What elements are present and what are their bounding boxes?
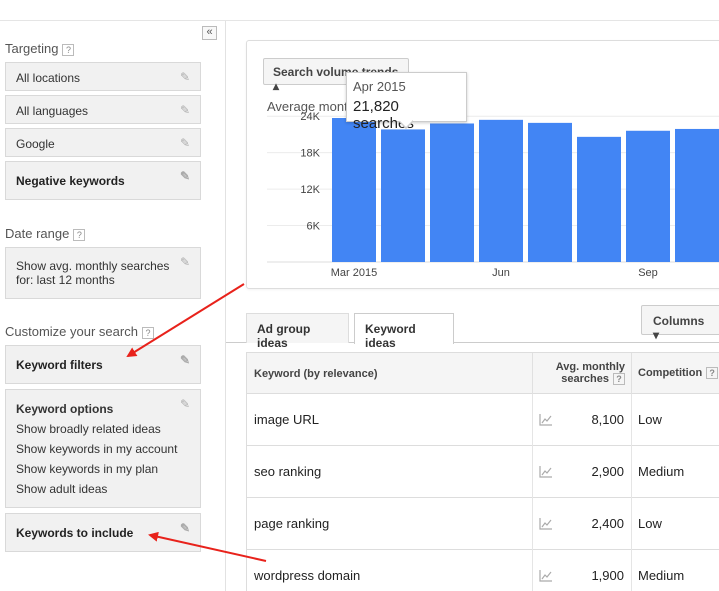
help-icon[interactable]: ?	[73, 228, 86, 241]
table-row[interactable]: seo ranking 2,900 Medium	[246, 446, 719, 498]
keyword-cell: wordpress domain	[254, 568, 361, 583]
location-targeting-box[interactable]: All locations ✎	[5, 62, 201, 91]
header-competition-text: Competition	[638, 367, 703, 379]
table-row[interactable]: page ranking 2,400 Low	[246, 498, 719, 550]
columns-button[interactable]: Columns ▾	[641, 305, 719, 342]
network-targeting-box[interactable]: Google ✎	[5, 128, 201, 157]
pencil-icon[interactable]: ✎	[180, 522, 192, 534]
pencil-icon[interactable]: ✎	[180, 170, 192, 182]
column-separator	[532, 550, 533, 591]
date-range-label: Date range?	[5, 226, 86, 241]
competition-cell: Low	[638, 516, 662, 531]
column-separator	[532, 394, 533, 446]
targeting-label-text: Targeting	[5, 41, 59, 56]
language-value: All languages	[16, 104, 89, 118]
competition-cell: Medium	[638, 464, 685, 479]
negative-keywords-label: Negative keywords	[16, 174, 125, 188]
help-icon[interactable]: ?	[141, 326, 154, 339]
keyword-options-box[interactable]: Keyword options Show broadly related ide…	[5, 389, 201, 508]
date-range-box[interactable]: Show avg. monthly searches for: last 12 m…	[5, 247, 201, 299]
trend-chart-icon[interactable]	[539, 413, 553, 426]
column-separator	[631, 498, 632, 550]
keyword-option: Show keywords in my plan	[16, 462, 159, 476]
tooltip-month: Apr 2015	[353, 79, 406, 94]
sidebar-divider	[225, 21, 226, 591]
header-avg-line1: Avg. monthly	[555, 361, 625, 373]
keyword-option: Show broadly related ideas	[16, 422, 161, 436]
pencil-icon[interactable]: ✎	[180, 71, 192, 83]
volume-cell: 2,900	[591, 464, 624, 479]
header-competition[interactable]: Competition?	[638, 367, 719, 380]
collapse-sidebar-button[interactable]: «	[202, 26, 217, 40]
volume-cell: 2,400	[591, 516, 624, 531]
competition-cell: Low	[638, 412, 662, 427]
column-separator	[532, 446, 533, 498]
table-header: Keyword (by relevance) Avg. monthly searc…	[246, 352, 719, 395]
pencil-icon[interactable]: ✎	[180, 104, 192, 116]
language-targeting-box[interactable]: All languages ✎	[5, 95, 201, 124]
negative-keywords-box[interactable]: Negative keywords ✎	[5, 161, 201, 200]
table-row[interactable]: image URL 8,100 Low	[246, 394, 719, 446]
column-separator	[631, 446, 632, 498]
date-range-line2: for: last 12 months	[16, 273, 115, 287]
help-icon[interactable]: ?	[62, 43, 75, 56]
targeting-label: Targeting?	[5, 41, 75, 56]
volume-cell: 8,100	[591, 412, 624, 427]
volume-cell: 1,900	[591, 568, 624, 583]
keyword-cell: seo ranking	[254, 464, 322, 479]
customize-search-label-text: Customize your search	[5, 324, 138, 339]
top-border	[0, 20, 719, 21]
trend-chart-icon[interactable]	[539, 569, 553, 582]
location-value: All locations	[16, 71, 81, 85]
pencil-icon[interactable]: ✎	[180, 137, 192, 149]
pencil-icon[interactable]: ✎	[180, 256, 192, 268]
tab-ad-group-ideas[interactable]: Ad group ideas	[246, 313, 349, 350]
chart-tooltip: Apr 2015 21,820 searches	[346, 72, 467, 132]
column-separator	[631, 394, 632, 446]
column-separator	[532, 498, 533, 550]
keyword-option: Show keywords in my account	[16, 442, 178, 456]
date-range-line1: Show avg. monthly searches	[16, 259, 170, 273]
customize-search-label: Customize your search?	[5, 324, 154, 339]
header-avg-monthly-searches[interactable]: Avg. monthly searches?	[555, 361, 625, 386]
keyword-filters-label: Keyword filters	[16, 358, 103, 372]
trend-chart-icon[interactable]	[539, 517, 553, 530]
keyword-cell: page ranking	[254, 516, 330, 531]
column-separator	[631, 550, 632, 591]
network-value: Google	[16, 137, 55, 151]
caret-down-icon: ▾	[653, 328, 660, 342]
keywords-to-include-label: Keywords to include	[16, 526, 134, 540]
table-row[interactable]: wordpress domain 1,900 Medium	[246, 550, 719, 591]
keyword-cell: image URL	[254, 412, 320, 427]
header-keyword[interactable]: Keyword (by relevance)	[254, 368, 378, 380]
competition-cell: Medium	[638, 568, 685, 583]
header-avg-line2: searches	[561, 373, 609, 385]
columns-button-label: Columns	[653, 314, 705, 328]
keyword-filters-box[interactable]: Keyword filters ✎	[5, 345, 201, 384]
trend-chart-icon[interactable]	[539, 465, 553, 478]
keywords-to-include-box[interactable]: Keywords to include ✎	[5, 513, 201, 552]
keyword-option: Show adult ideas	[16, 482, 108, 496]
tab-keyword-ideas[interactable]: Keyword ideas	[354, 313, 454, 350]
caret-up-icon: ▴	[273, 79, 280, 93]
column-separator	[631, 353, 632, 395]
keyword-options-title: Keyword options	[16, 402, 114, 416]
pencil-icon[interactable]: ✎	[180, 354, 192, 366]
tooltip-arrow-inner	[399, 120, 413, 127]
pencil-icon[interactable]: ✎	[180, 398, 192, 410]
help-icon[interactable]: ?	[613, 373, 625, 386]
column-separator	[532, 353, 533, 395]
help-icon[interactable]: ?	[706, 367, 719, 380]
date-range-label-text: Date range	[5, 226, 70, 241]
